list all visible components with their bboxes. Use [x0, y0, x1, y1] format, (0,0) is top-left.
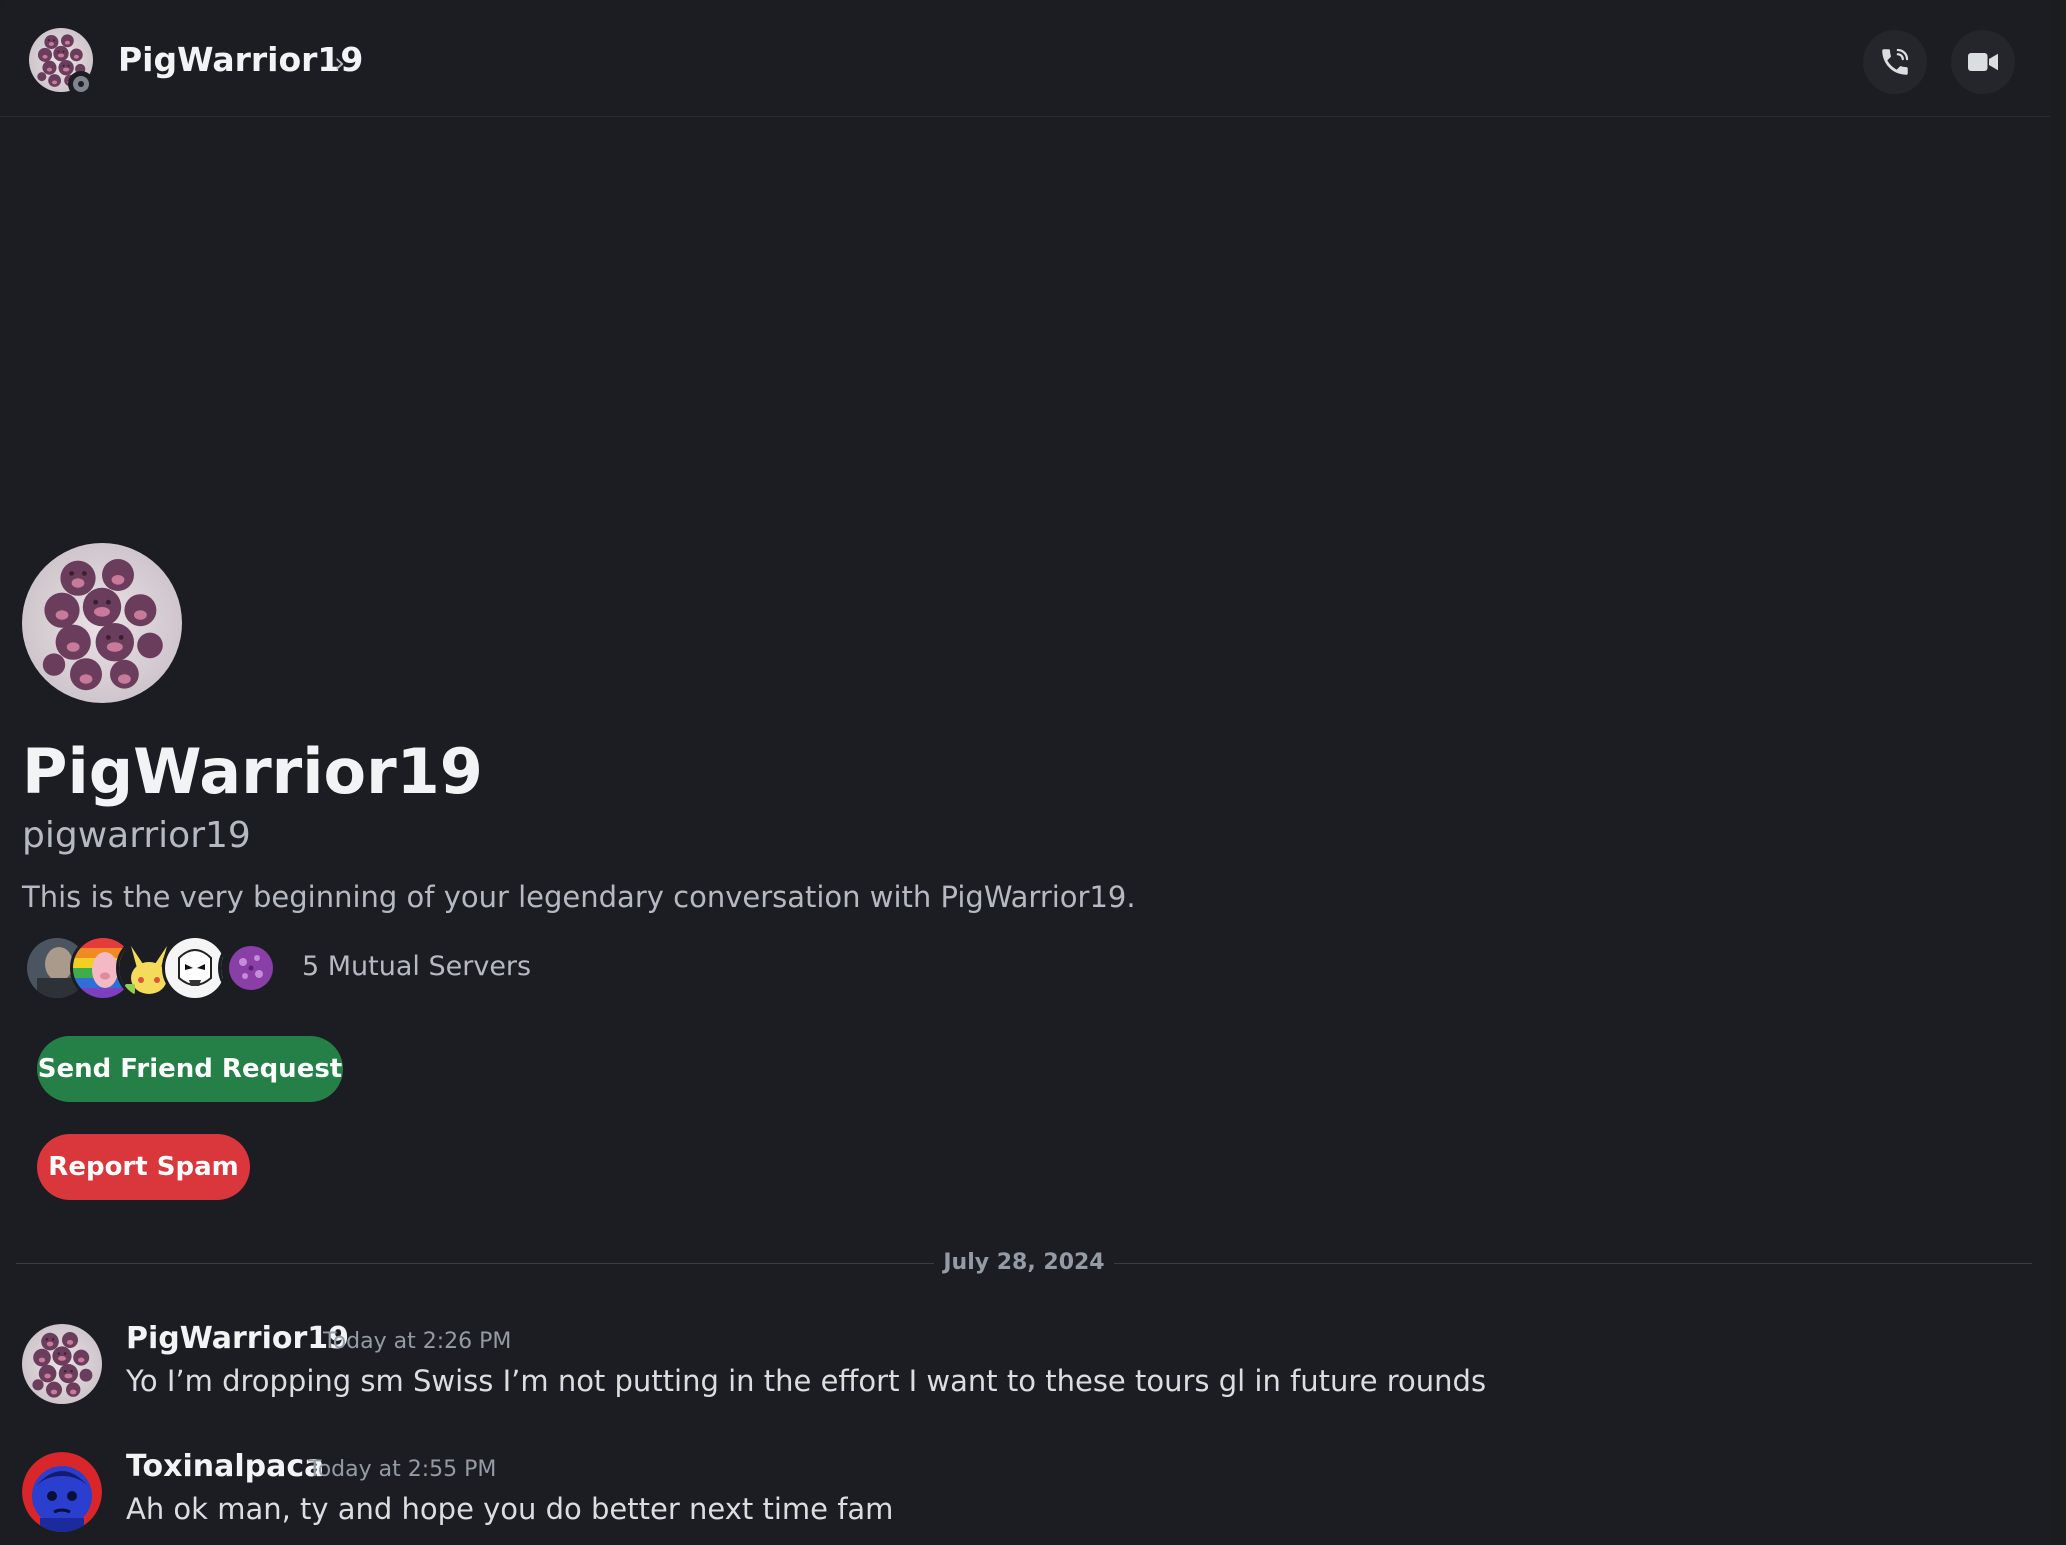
phone-call-icon: [1882, 48, 1909, 75]
voice-call-button[interactable]: [1863, 30, 1927, 94]
message-author[interactable]: PigWarrior19: [126, 1321, 349, 1356]
chevron-right-icon[interactable]: ›: [334, 46, 345, 79]
offline-status-icon: [68, 71, 94, 97]
message-timestamp: Today at 2:26 PM: [323, 1329, 512, 1354]
message-text: Yo I’m dropping sm Swiss I’m not putting…: [126, 1364, 1487, 1398]
conversation-intro-text: This is the very beginning of your legen…: [22, 880, 1136, 914]
profile-avatar[interactable]: [22, 543, 182, 703]
send-friend-request-button[interactable]: Send Friend Request: [37, 1036, 343, 1102]
video-call-button[interactable]: [1951, 30, 2015, 94]
message-avatar[interactable]: [22, 1452, 102, 1532]
mutual-servers-label[interactable]: 5 Mutual Servers: [302, 951, 531, 982]
video-camera-icon: [1968, 53, 1998, 71]
server-icon-purple-creature[interactable]: [218, 935, 284, 1001]
message-text: Ah ok man, ty and hope you do better nex…: [126, 1492, 894, 1526]
header-contact-name[interactable]: PigWarrior19: [118, 40, 363, 79]
message-timestamp: Today at 2:55 PM: [308, 1457, 497, 1482]
message-author[interactable]: Toxinalpaca: [126, 1449, 324, 1484]
date-divider-line-left: [16, 1263, 934, 1264]
report-spam-button[interactable]: Report Spam: [37, 1134, 250, 1200]
dm-header: PigWarrior19 ›: [0, 6, 2050, 117]
message-avatar[interactable]: [22, 1324, 102, 1404]
profile-username: pigwarrior19: [22, 815, 251, 856]
window-edge: [2050, 0, 2066, 1545]
mutual-server-icons[interactable]: [24, 935, 284, 1001]
profile-display-name: PigWarrior19: [22, 735, 483, 808]
date-divider-label: July 28, 2024: [943, 1250, 1105, 1275]
date-divider-line-right: [1114, 1263, 2032, 1264]
